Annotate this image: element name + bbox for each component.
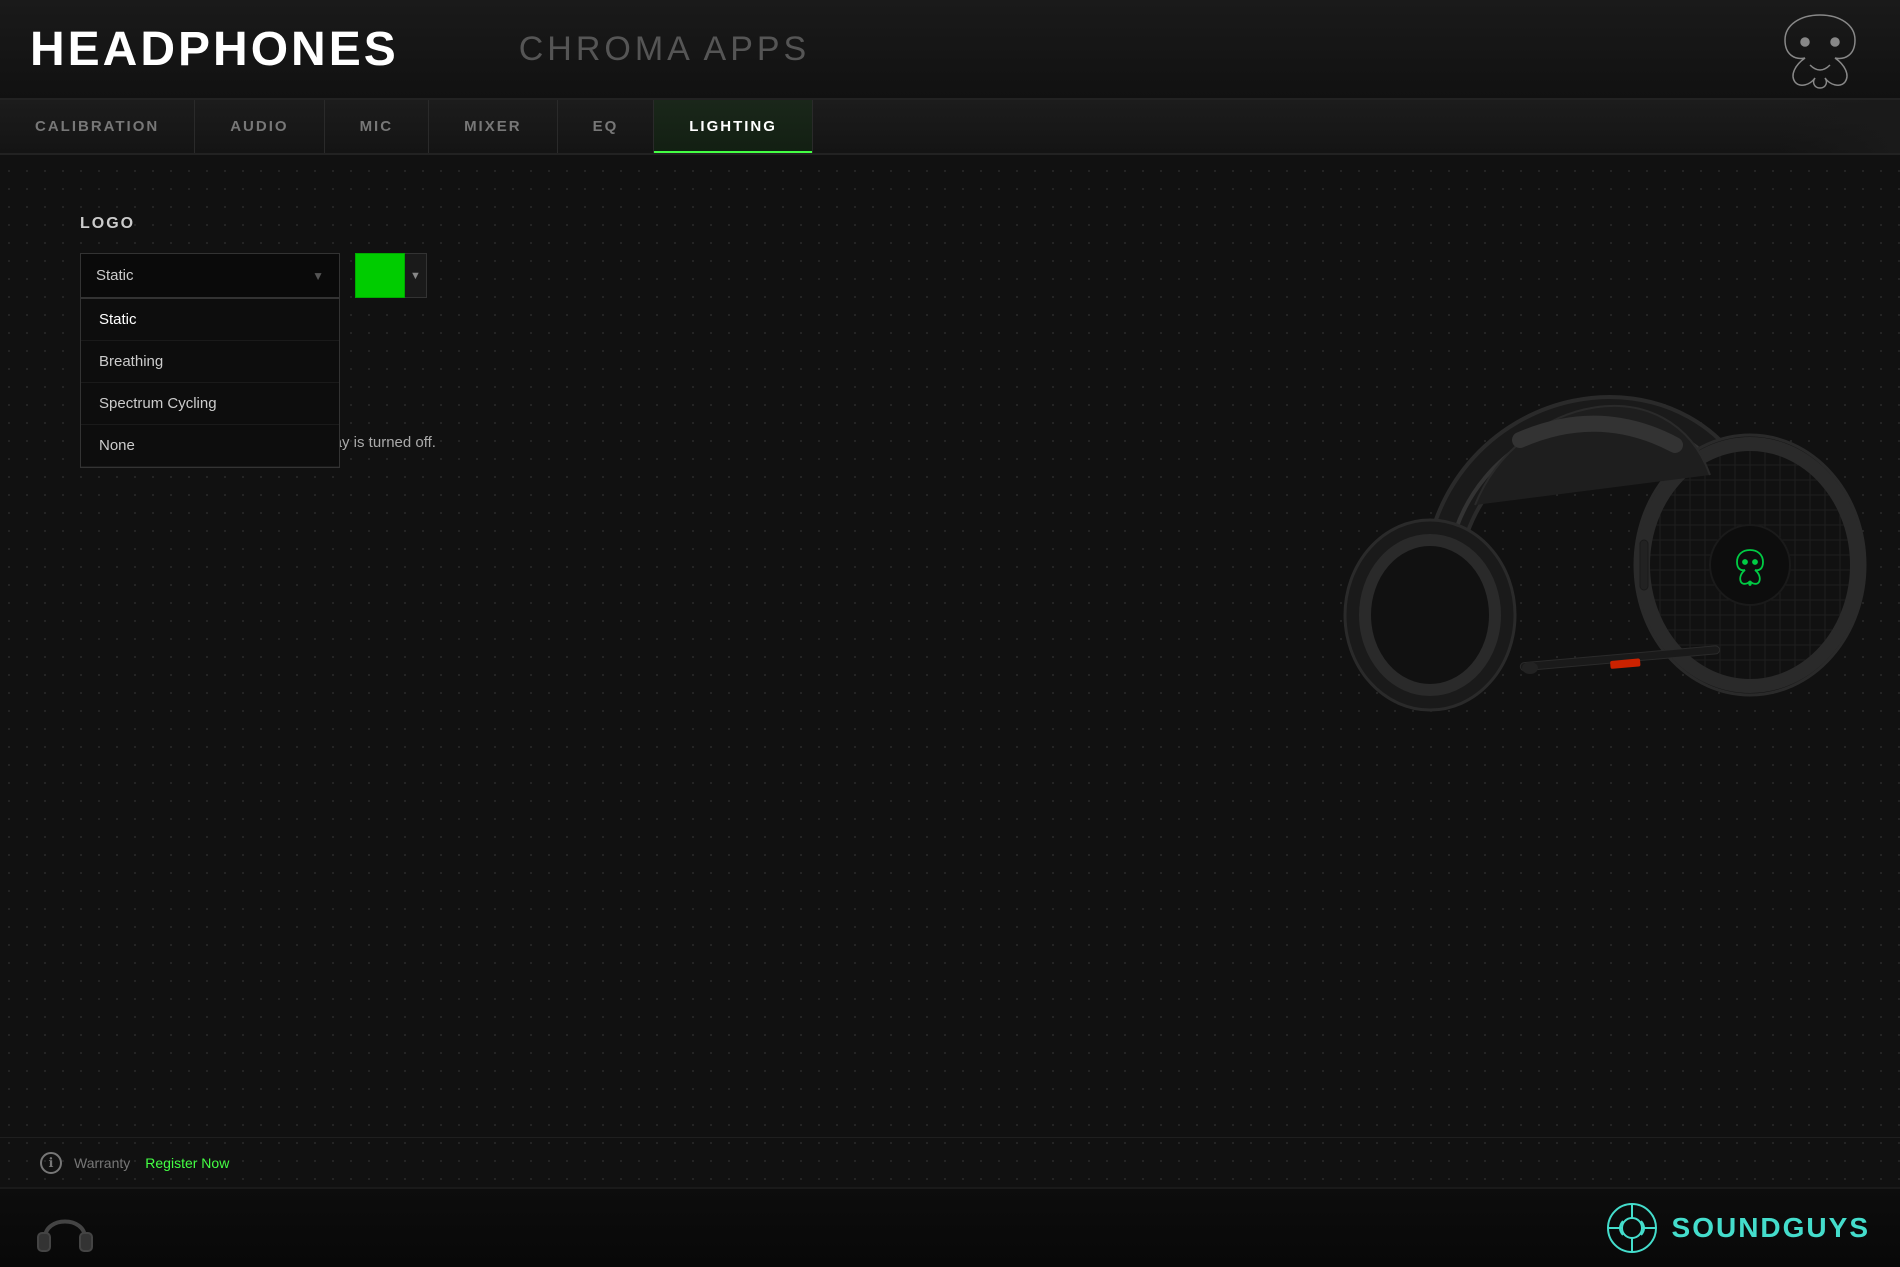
dropdown-option-spectrum[interactable]: Spectrum Cycling	[81, 383, 339, 425]
warranty-bar: ℹ Warranty Register Now	[0, 1137, 1900, 1187]
warranty-text: Warranty	[74, 1155, 130, 1171]
dropdown-option-none[interactable]: None	[81, 425, 339, 467]
section-label-logo: LOGO	[80, 215, 630, 233]
left-panel: LOGO Static ▼ Static Breathing Spec	[80, 195, 630, 1067]
nav-audio[interactable]: AUDIO	[195, 100, 324, 153]
dropdown-option-static[interactable]: Static	[81, 299, 339, 341]
nav-mic[interactable]: MIC	[325, 100, 430, 153]
dropdown-option-breathing[interactable]: Breathing	[81, 341, 339, 383]
nav-eq[interactable]: EQ	[558, 100, 655, 153]
color-picker-arrow[interactable]: ▼	[405, 253, 427, 298]
right-panel	[630, 195, 1820, 1067]
lighting-mode-dropdown[interactable]: Static ▼	[80, 253, 340, 298]
nav-mixer[interactable]: MIXER	[429, 100, 558, 153]
dropdown-wrapper: Static ▼ Static Breathing Spectrum Cycli…	[80, 253, 340, 298]
dropdown-arrow-icon: ▼	[312, 269, 324, 283]
soundguys-text: SOUNDGUYS	[1672, 1212, 1870, 1244]
dropdown-selected-value: Static	[96, 267, 134, 284]
nav-calibration[interactable]: CALIBRATION	[0, 100, 195, 153]
headphone-image	[1320, 245, 1870, 900]
nav-lighting[interactable]: LIGHTING	[654, 100, 813, 153]
main-content: LOGO Static ▼ Static Breathing Spec	[0, 155, 1900, 1107]
header: HEADPHONES CHROMA APPS	[0, 0, 1900, 100]
dropdown-menu: Static Breathing Spectrum Cycling None	[80, 298, 340, 468]
register-now-link[interactable]: Register Now	[145, 1155, 229, 1171]
warranty-icon: ℹ	[40, 1152, 62, 1174]
chroma-apps-title: CHROMA APPS	[519, 30, 811, 69]
app-title: HEADPHONES	[30, 22, 399, 77]
nav-bar: CALIBRATION AUDIO MIC MIXER EQ LIGHTING	[0, 100, 1900, 155]
soundguys-icon	[1605, 1201, 1660, 1256]
soundguys-logo: SOUNDGUYS	[1605, 1201, 1870, 1256]
dropdown-container: Static ▼ Static Breathing Spectrum Cycli…	[80, 253, 630, 298]
razer-logo	[1770, 10, 1870, 95]
nav-divider	[1780, 100, 1900, 153]
bottom-headphone-icon	[30, 1198, 100, 1258]
color-picker-group: ▼	[355, 253, 427, 298]
bottom-bar: SOUNDGUYS	[0, 1187, 1900, 1267]
color-picker-button[interactable]	[355, 253, 405, 298]
